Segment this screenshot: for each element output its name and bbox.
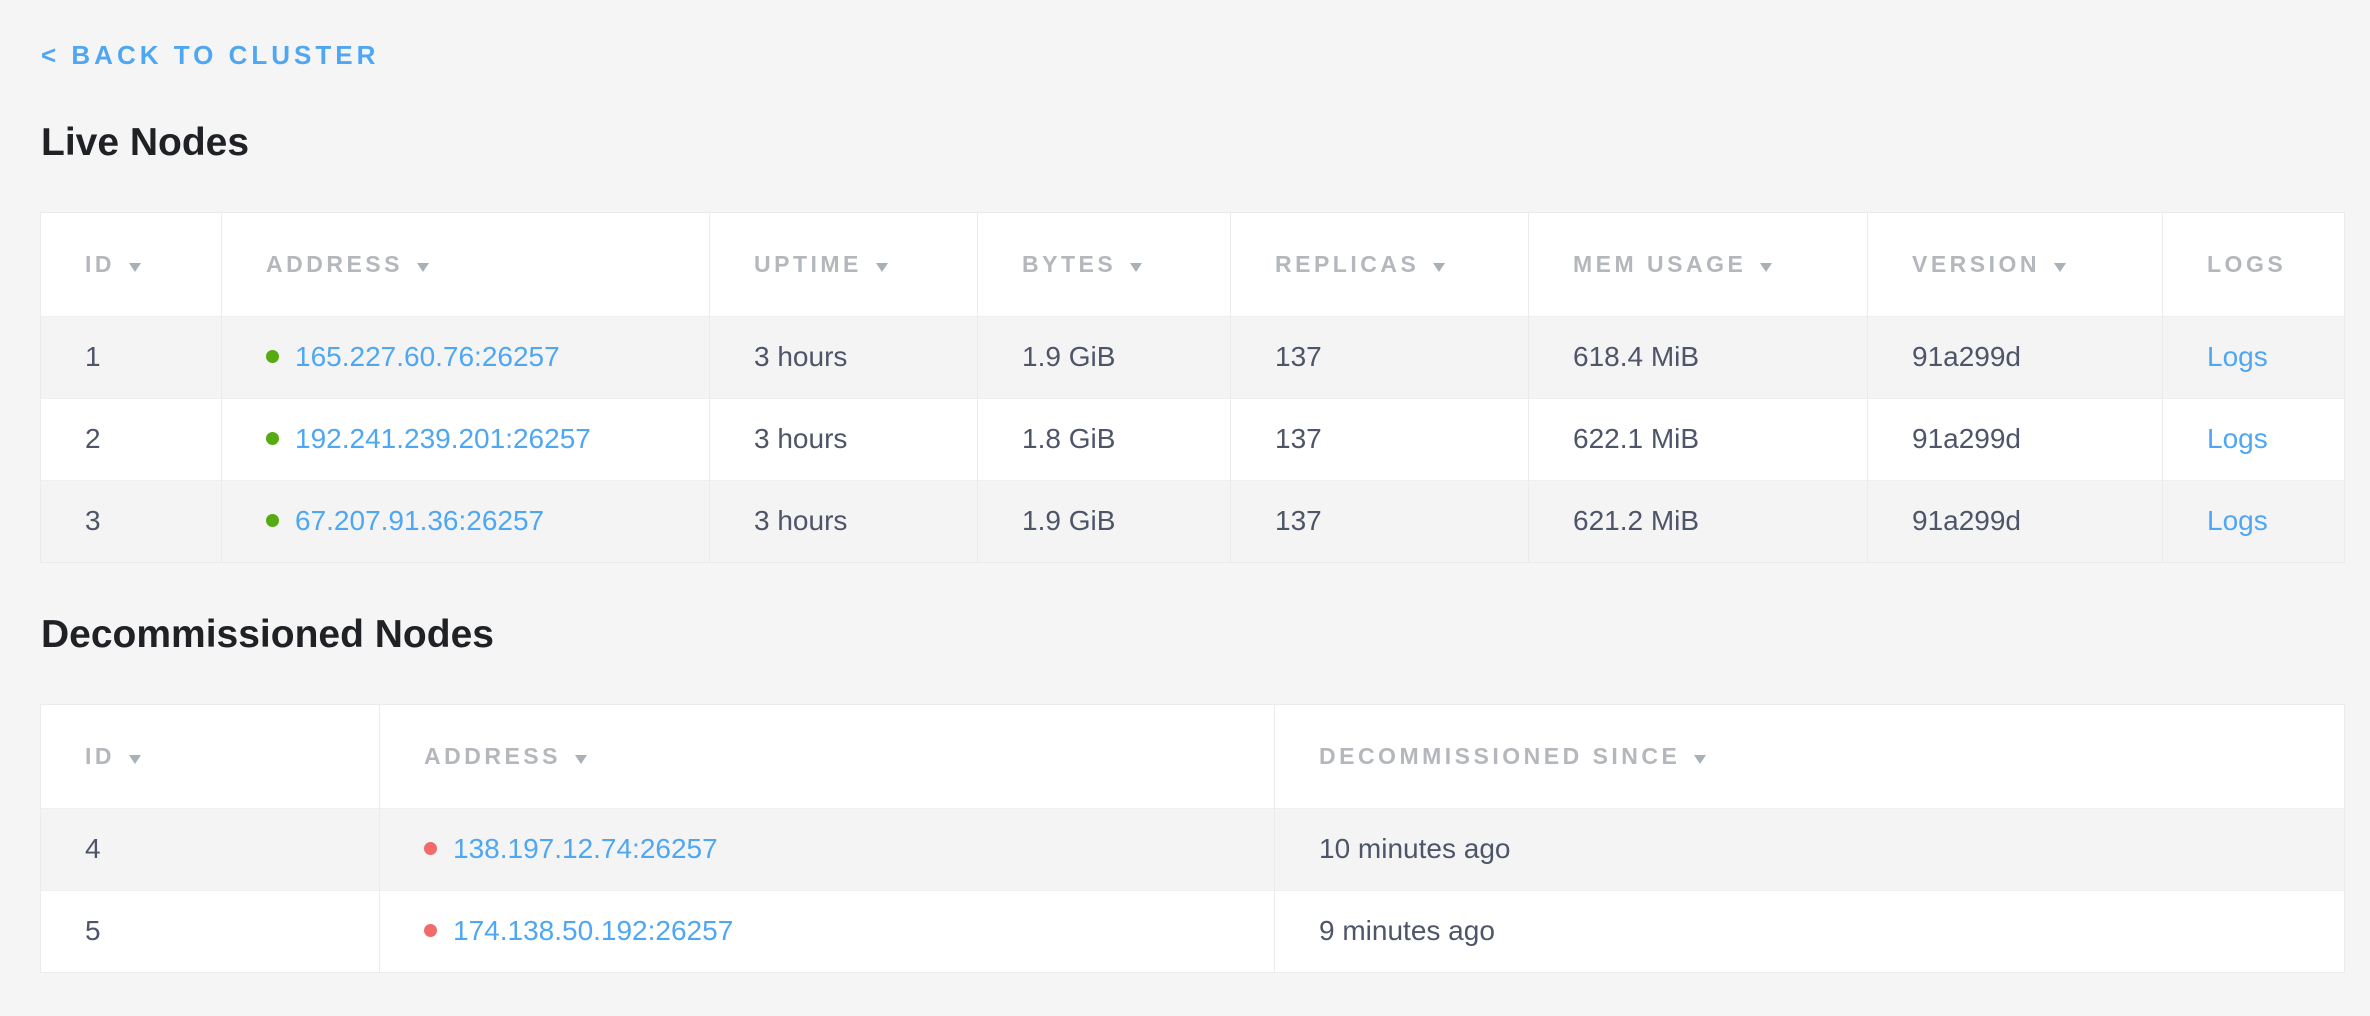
node-address-cell: 165.227.60.76:26257 bbox=[222, 316, 710, 398]
decommissioned-nodes-table: ID ADDRESS DECOMMISSIONED SINCE 4 138.19… bbox=[40, 704, 2345, 973]
decommissioned-since-cell: 9 minutes ago bbox=[1275, 890, 2345, 972]
sort-arrow-icon bbox=[2054, 263, 2066, 272]
decommissioned-header-row: ID ADDRESS DECOMMISSIONED SINCE bbox=[41, 704, 2345, 808]
sort-arrow-icon bbox=[876, 263, 888, 272]
table-row: 2 192.241.239.201:26257 3 hours 1.8 GiB … bbox=[41, 398, 2345, 480]
replicas-cell: 137 bbox=[1231, 316, 1529, 398]
column-header-label: VERSION bbox=[1912, 251, 2040, 277]
sort-arrow-icon bbox=[1130, 263, 1142, 272]
column-header-version[interactable]: VERSION bbox=[1868, 212, 2163, 316]
node-id-cell: 4 bbox=[41, 808, 380, 890]
column-header-label: UPTIME bbox=[754, 251, 862, 277]
logs-link[interactable]: Logs bbox=[2207, 423, 2268, 454]
logs-link[interactable]: Logs bbox=[2207, 505, 2268, 536]
sort-arrow-icon bbox=[417, 263, 429, 272]
logs-link[interactable]: Logs bbox=[2207, 341, 2268, 372]
node-address-link[interactable]: 165.227.60.76:26257 bbox=[295, 341, 560, 372]
column-header-logs: LOGS bbox=[2163, 212, 2345, 316]
column-header-label: ADDRESS bbox=[424, 743, 561, 769]
live-nodes-header-row: ID ADDRESS UPTIME BYTES REPLICAS MEM USA… bbox=[41, 212, 2345, 316]
live-nodes-table: ID ADDRESS UPTIME BYTES REPLICAS MEM USA… bbox=[40, 212, 2345, 563]
column-header-id[interactable]: ID bbox=[41, 212, 222, 316]
live-nodes-title: Live Nodes bbox=[41, 121, 2370, 166]
column-header-label: ID bbox=[85, 251, 115, 277]
live-status-dot-icon bbox=[266, 432, 279, 445]
decommissioned-since-cell: 10 minutes ago bbox=[1275, 808, 2345, 890]
column-header-address[interactable]: ADDRESS bbox=[380, 704, 1275, 808]
decommissioned-nodes-title: Decommissioned Nodes bbox=[41, 613, 2370, 658]
mem-usage-cell: 622.1 MiB bbox=[1529, 398, 1868, 480]
node-address-cell: 67.207.91.36:26257 bbox=[222, 480, 710, 562]
decommissioned-status-dot-icon bbox=[424, 924, 437, 937]
table-row: 4 138.197.12.74:26257 10 minutes ago bbox=[41, 808, 2345, 890]
column-header-label: MEM USAGE bbox=[1573, 251, 1746, 277]
node-address-link[interactable]: 192.241.239.201:26257 bbox=[295, 423, 591, 454]
logs-cell: Logs bbox=[2163, 316, 2345, 398]
node-address-link[interactable]: 67.207.91.36:26257 bbox=[295, 505, 544, 536]
column-header-replicas[interactable]: REPLICAS bbox=[1231, 212, 1529, 316]
column-header-uptime[interactable]: UPTIME bbox=[710, 212, 978, 316]
logs-cell: Logs bbox=[2163, 480, 2345, 562]
table-row: 1 165.227.60.76:26257 3 hours 1.9 GiB 13… bbox=[41, 316, 2345, 398]
version-cell: 91a299d bbox=[1868, 480, 2163, 562]
back-to-cluster-link[interactable]: < BACK TO CLUSTER bbox=[41, 40, 379, 71]
column-header-bytes[interactable]: BYTES bbox=[978, 212, 1231, 316]
column-header-address[interactable]: ADDRESS bbox=[222, 212, 710, 316]
uptime-cell: 3 hours bbox=[710, 480, 978, 562]
sort-arrow-icon bbox=[129, 263, 141, 272]
sort-arrow-icon bbox=[1694, 755, 1706, 764]
node-address-link[interactable]: 174.138.50.192:26257 bbox=[453, 915, 733, 946]
version-cell: 91a299d bbox=[1868, 398, 2163, 480]
column-header-decommissioned-since[interactable]: DECOMMISSIONED SINCE bbox=[1275, 704, 2345, 808]
node-address-cell: 138.197.12.74:26257 bbox=[380, 808, 1275, 890]
replicas-cell: 137 bbox=[1231, 480, 1529, 562]
sort-arrow-icon bbox=[1760, 263, 1772, 272]
column-header-mem-usage[interactable]: MEM USAGE bbox=[1529, 212, 1868, 316]
live-status-dot-icon bbox=[266, 514, 279, 527]
column-header-label: DECOMMISSIONED SINCE bbox=[1319, 743, 1680, 769]
table-row: 5 174.138.50.192:26257 9 minutes ago bbox=[41, 890, 2345, 972]
node-address-cell: 174.138.50.192:26257 bbox=[380, 890, 1275, 972]
uptime-cell: 3 hours bbox=[710, 398, 978, 480]
node-id-cell: 5 bbox=[41, 890, 380, 972]
sort-arrow-icon bbox=[575, 755, 587, 764]
column-header-label: ID bbox=[85, 743, 115, 769]
sort-arrow-icon bbox=[1433, 263, 1445, 272]
bytes-cell: 1.8 GiB bbox=[978, 398, 1231, 480]
sort-arrow-icon bbox=[129, 755, 141, 764]
node-address-cell: 192.241.239.201:26257 bbox=[222, 398, 710, 480]
column-header-label: REPLICAS bbox=[1275, 251, 1419, 277]
table-row: 3 67.207.91.36:26257 3 hours 1.9 GiB 137… bbox=[41, 480, 2345, 562]
column-header-id[interactable]: ID bbox=[41, 704, 380, 808]
column-header-label: BYTES bbox=[1022, 251, 1116, 277]
node-id-cell: 1 bbox=[41, 316, 222, 398]
live-status-dot-icon bbox=[266, 350, 279, 363]
bytes-cell: 1.9 GiB bbox=[978, 316, 1231, 398]
node-id-cell: 3 bbox=[41, 480, 222, 562]
mem-usage-cell: 618.4 MiB bbox=[1529, 316, 1868, 398]
logs-cell: Logs bbox=[2163, 398, 2345, 480]
bytes-cell: 1.9 GiB bbox=[978, 480, 1231, 562]
node-id-cell: 2 bbox=[41, 398, 222, 480]
uptime-cell: 3 hours bbox=[710, 316, 978, 398]
version-cell: 91a299d bbox=[1868, 316, 2163, 398]
decommissioned-status-dot-icon bbox=[424, 842, 437, 855]
node-address-link[interactable]: 138.197.12.74:26257 bbox=[453, 833, 718, 864]
column-header-label: ADDRESS bbox=[266, 251, 403, 277]
column-header-label: LOGS bbox=[2207, 251, 2286, 277]
replicas-cell: 137 bbox=[1231, 398, 1529, 480]
mem-usage-cell: 621.2 MiB bbox=[1529, 480, 1868, 562]
